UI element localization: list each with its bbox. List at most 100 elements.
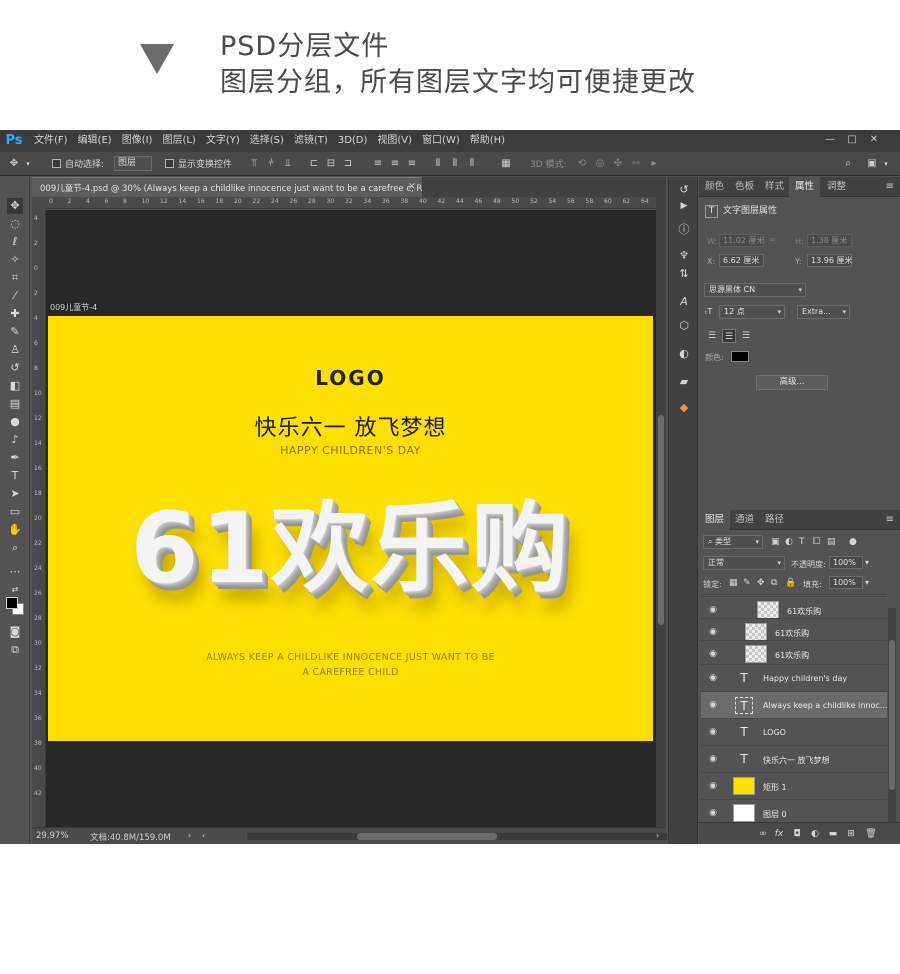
y-field[interactable]: 13.96 厘米 (807, 254, 852, 267)
new-group-icon[interactable]: ▬ (827, 828, 839, 840)
document-tab[interactable]: 009儿童节-4.psd @ 30% (Always keep a childl… (32, 177, 446, 197)
layer-row[interactable]: ◉ T Happy children's day (701, 664, 887, 691)
info-icon[interactable]: ⓘ (677, 223, 691, 237)
eraser-tool-icon[interactable]: ◧ (7, 378, 23, 394)
workspace-icon[interactable]: ▣ (866, 158, 878, 170)
layer-name[interactable]: Happy children's day (763, 674, 847, 683)
tab-swatches[interactable]: 色板 (729, 177, 760, 197)
visibility-eye-icon[interactable]: ◉ (707, 808, 719, 818)
font-weight-dropdown[interactable]: Extra... ▾ (797, 305, 850, 319)
filter-smart-object-icon[interactable]: ▤ (827, 537, 836, 547)
magic-wand-tool-icon[interactable]: ✧ (7, 252, 23, 268)
distribute-right-icon[interactable]: ⦀ (466, 158, 478, 170)
align-text-left-icon[interactable]: ☰ (705, 329, 719, 343)
layer-row[interactable]: ◉ T LOGO (701, 718, 887, 745)
text-color-swatch[interactable] (731, 351, 749, 362)
brush-tool-icon[interactable]: ✎ (7, 324, 23, 340)
layer-name[interactable]: 61欢乐购 (775, 650, 809, 661)
add-mask-icon[interactable]: ◘ (791, 828, 803, 840)
layer-row[interactable]: ◉ T 快乐六一 放飞梦想 (701, 745, 887, 772)
crop-tool-icon[interactable]: ⌗ (7, 270, 23, 286)
layer-name[interactable]: 矩形 1 (763, 782, 787, 793)
auto-select-checkbox[interactable] (52, 159, 61, 168)
workspace-chevron-icon[interactable]: ▾ (880, 158, 892, 170)
distribute-bottom-icon[interactable]: ≡ (406, 158, 418, 170)
advanced-button[interactable]: 高级... (756, 375, 828, 390)
actions-play-icon[interactable]: ▶ (677, 199, 691, 213)
align-top-icon[interactable]: ⫪ (248, 158, 260, 170)
close-window-button[interactable]: ✕ (866, 133, 882, 147)
chevron-down-icon[interactable]: ▾ (865, 578, 869, 587)
menu-help[interactable]: 帮助(H) (470, 130, 505, 152)
layer-row[interactable]: ◉ 61欢乐购 (701, 640, 887, 667)
opacity-field[interactable]: 100% (829, 556, 863, 569)
ruler-corner[interactable] (32, 197, 46, 209)
fill-field[interactable]: 100% (829, 576, 863, 589)
menu-layer[interactable]: 图层(L) (162, 130, 195, 152)
layer-name[interactable]: 快乐六一 放飞梦想 (763, 755, 830, 766)
menu-3d[interactable]: 3D(D) (338, 130, 368, 152)
menu-filter[interactable]: 滤镜(T) (294, 130, 328, 152)
character-icon[interactable]: A (677, 295, 691, 309)
align-bottom-icon[interactable]: ⫫ (282, 158, 294, 170)
horizontal-scroll-thumb[interactable] (357, 833, 497, 840)
artboard-label[interactable]: 009儿童节-4 (50, 302, 97, 313)
scroll-left-arrow-icon[interactable]: ‹ (202, 831, 205, 840)
menu-select[interactable]: 选择(S) (250, 130, 284, 152)
quick-mask-icon[interactable]: ◙ (7, 624, 23, 640)
filter-pixel-icon[interactable]: ▣ (771, 537, 780, 547)
history-brush-tool-icon[interactable]: ↺ (7, 360, 23, 376)
healing-brush-tool-icon[interactable]: ✚ (7, 306, 23, 322)
vertical-ruler[interactable]: 4 2 0 2 4 6 8 10 12 14 16 18 20 22 24 26 28 30 32 34 36 38 40 4… (32, 209, 46, 827)
layer-row-selected[interactable]: ◉ T Always keep a childlike innoc... (701, 691, 887, 718)
eyedropper-tool-icon[interactable]: ⁄ (7, 288, 23, 304)
align-text-right-icon[interactable]: ☰ (739, 329, 753, 343)
edit-toolbar-icon[interactable]: ⋯ (7, 564, 23, 580)
layers-scroll-thumb[interactable] (889, 640, 895, 790)
menu-edit[interactable]: 编辑(E) (78, 130, 112, 152)
tab-channels[interactable]: 通道 (729, 510, 760, 530)
clone-stamp-tool-icon[interactable]: ♙ (7, 342, 23, 358)
path-selection-tool-icon[interactable]: ➤ (7, 486, 23, 502)
h-field[interactable]: 1.38 厘米 (807, 234, 852, 247)
vertical-scroll-thumb[interactable] (658, 415, 664, 625)
maximize-button[interactable]: □ (844, 133, 860, 147)
tool-preset-chevron-icon[interactable]: ▾ (22, 158, 34, 170)
layer-name[interactable]: 图层 0 (763, 809, 787, 820)
tab-properties[interactable]: 属性 (789, 177, 821, 197)
layer-name[interactable]: 61欢乐购 (775, 628, 809, 639)
gradient-tool-icon[interactable]: ▤ (7, 396, 23, 412)
adjustment-layer-icon[interactable]: ◐ (809, 828, 821, 840)
filter-toggle-icon[interactable]: ● (849, 537, 857, 547)
lock-all-icon[interactable]: 🔒 (785, 578, 796, 588)
lock-artboard-icon[interactable]: ⧉ (771, 578, 777, 588)
move-tool-icon[interactable]: ✥ (7, 198, 23, 214)
align-text-center-icon[interactable]: ☰ (722, 329, 736, 343)
marquee-tool-icon[interactable]: ◌ (7, 216, 23, 232)
brush-presets-icon[interactable]: ⇅ (677, 267, 691, 281)
design-canvas[interactable]: LOGO 快乐六一 放飞梦想 HAPPY CHILDREN'S DAY 61欢乐… (48, 316, 653, 741)
align-hcenter-icon[interactable]: ⊟ (325, 158, 337, 170)
tab-adjustments[interactable]: 调整 (821, 177, 852, 197)
layers-menu-icon[interactable]: ≡ (886, 514, 894, 525)
tab-styles[interactable]: 样式 (759, 177, 790, 197)
font-size-dropdown[interactable]: 12 点 ▾ (719, 305, 785, 319)
link-dimensions-icon[interactable]: ∞ (769, 235, 776, 244)
plugin-orange-icon[interactable]: ◆ (677, 401, 691, 415)
menu-file[interactable]: 文件(F) (34, 130, 68, 152)
align-vcenter-icon[interactable]: ⫩ (265, 158, 277, 170)
show-transform-checkbox[interactable] (165, 159, 174, 168)
zoom-tool-icon[interactable]: ⌕ (7, 540, 23, 556)
move-tool-icon[interactable]: ✥ (8, 158, 20, 170)
history-icon[interactable]: ↺ (677, 183, 691, 197)
visibility-eye-icon[interactable]: ◉ (707, 649, 719, 659)
visibility-eye-icon[interactable]: ◉ (707, 673, 719, 683)
visibility-eye-icon[interactable]: ◉ (707, 781, 719, 791)
menu-image[interactable]: 图像(I) (122, 130, 153, 152)
align-right-icon[interactable]: ⊐ (342, 158, 354, 170)
x-field[interactable]: 6.62 厘米 (719, 254, 764, 267)
distribute-left-icon[interactable]: ⦀ (432, 158, 444, 170)
delete-layer-icon[interactable]: 🗑 (865, 828, 877, 840)
fx-icon[interactable]: fx (773, 828, 785, 840)
visibility-eye-icon[interactable]: ◉ (707, 754, 719, 764)
